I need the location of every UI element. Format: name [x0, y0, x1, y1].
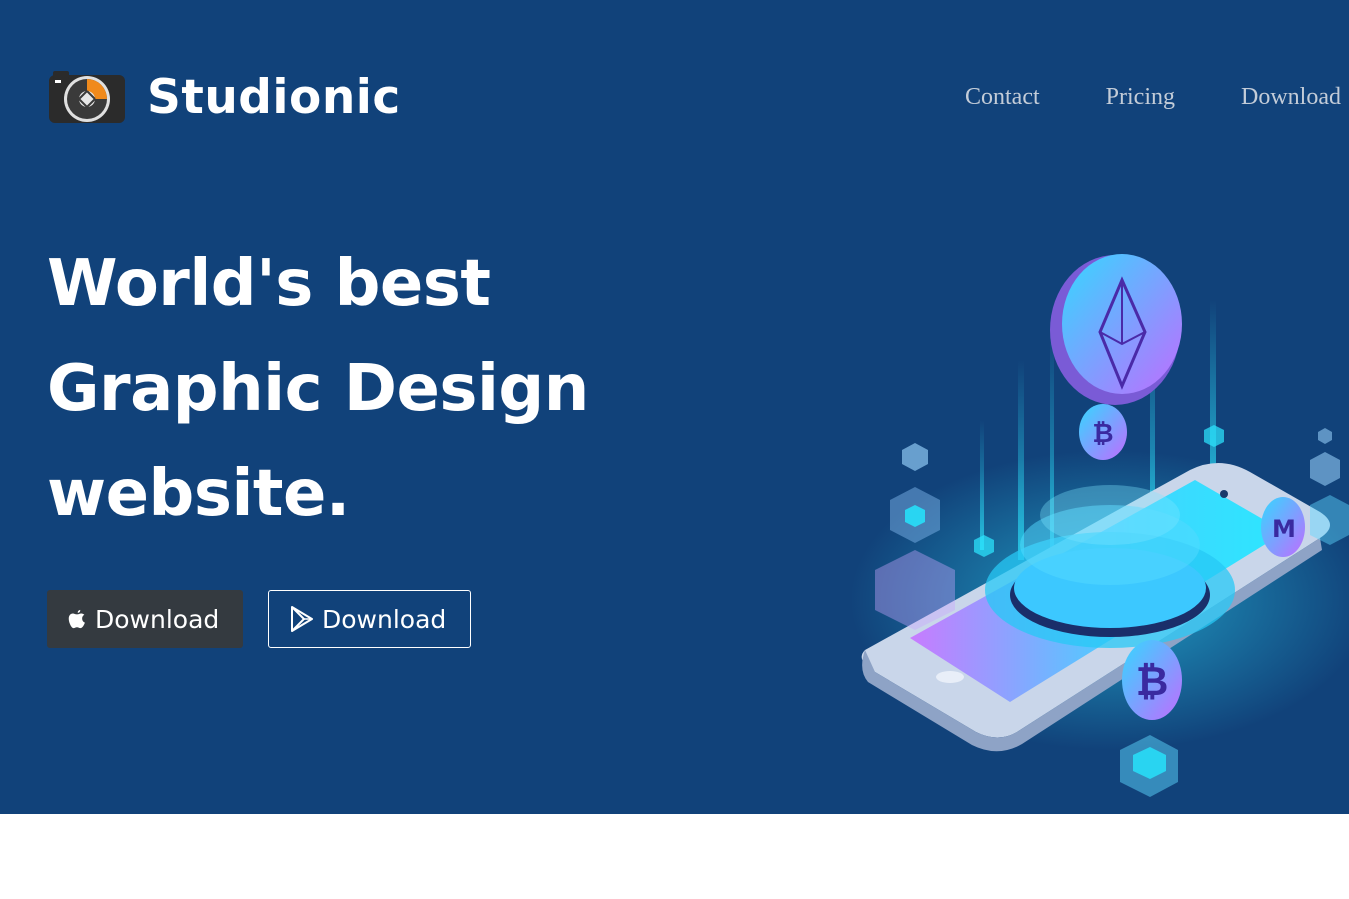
google-play-download-button[interactable]: Download: [268, 590, 471, 648]
headline-line-2: Graphic Design: [47, 352, 589, 426]
app-store-download-button[interactable]: Download: [47, 590, 243, 648]
svg-text:M: M: [1272, 515, 1296, 543]
google-play-button-label: Download: [322, 604, 447, 634]
hero-section: Studionic Contact Pricing Download World…: [0, 0, 1349, 814]
brand[interactable]: Studionic: [47, 70, 401, 125]
app-store-button-label: Download: [95, 604, 220, 634]
headline-line-1: World's best: [47, 247, 491, 321]
svg-text:₿: ₿: [1092, 419, 1113, 449]
camera-aperture-icon: [49, 70, 125, 123]
headline-line-3: website.: [47, 457, 350, 531]
top-nav: Contact Pricing Download: [965, 84, 1341, 111]
nav-link-download[interactable]: Download: [1241, 84, 1341, 111]
nav-link-pricing[interactable]: Pricing: [1106, 84, 1175, 111]
brand-name: Studionic: [147, 70, 401, 125]
svg-text:₿: ₿: [1136, 659, 1169, 705]
apple-icon: [67, 608, 87, 630]
isometric-phone-crypto-illustration: ₿ M ₿: [850, 254, 1349, 797]
nav-link-contact[interactable]: Contact: [965, 84, 1040, 111]
hero-headline: World's best Graphic Design website.: [47, 232, 589, 547]
google-play-icon: [290, 606, 314, 632]
